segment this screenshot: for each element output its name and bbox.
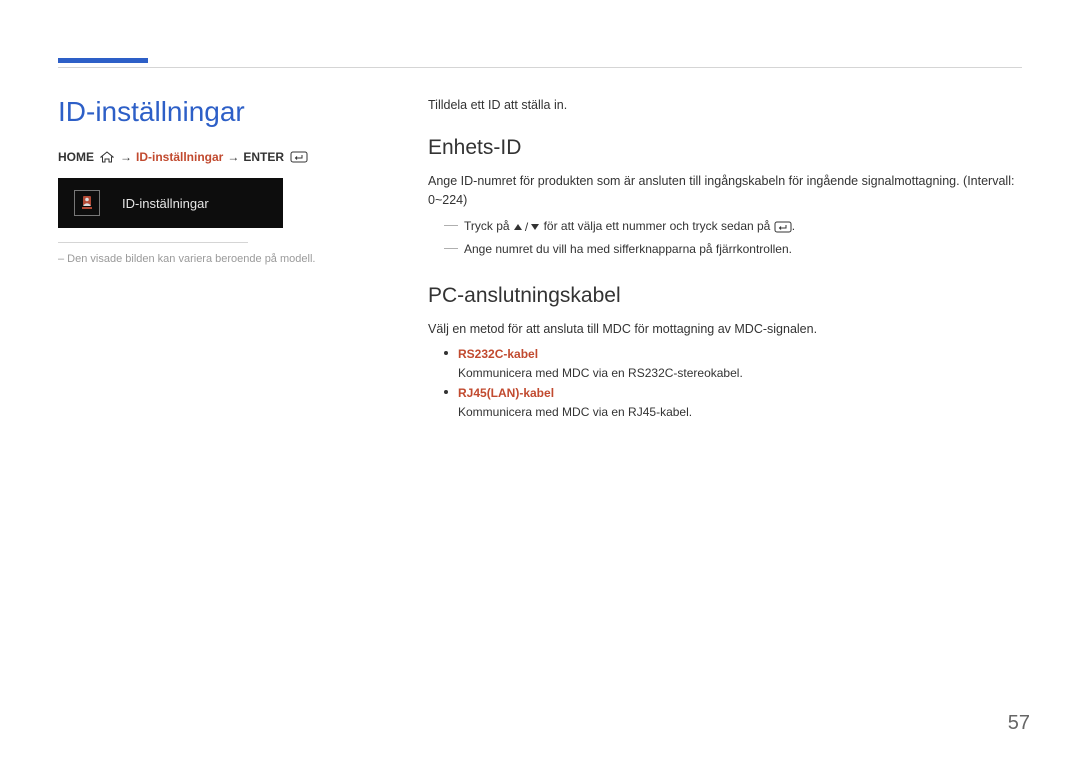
up-down-icons: / (513, 218, 540, 236)
note-text: Ange numret du vill ha med sifferknappar… (464, 240, 792, 258)
note-fragment: Tryck på (464, 219, 513, 233)
bullet-content: RS232C-kabel Kommunicera med MDC via en … (458, 345, 743, 382)
bullet-desc: Kommunicera med MDC via en RS232C-stereo… (458, 364, 743, 383)
left-column: ID-inställningar HOME → ID-inställningar… (58, 96, 368, 423)
top-divider (58, 67, 1022, 68)
body-text: Ange ID-numret för produkten som är ansl… (428, 172, 1022, 211)
note-item: ― Ange numret du vill ha med sifferknapp… (444, 240, 1022, 258)
home-icon (100, 151, 114, 163)
note-item: ― Tryck på / för att välja ett nummer oc… (444, 217, 1022, 236)
note-fragment: för att välja ett nummer och tryck sedan… (540, 219, 773, 233)
caption-divider (58, 242, 248, 243)
section-heading-pc-cable: PC-anslutningskabel (428, 284, 1022, 308)
bullet-item: RJ45(LAN)-kabel Kommunicera med MDC via … (444, 384, 1022, 421)
bullet-title: RS232C-kabel (458, 345, 743, 364)
bullet-icon (444, 351, 448, 355)
enter-icon (774, 221, 792, 233)
intro-text: Tilldela ett ID att ställa in. (428, 98, 1022, 112)
breadcrumb: HOME → ID-inställningar → ENTER (58, 150, 368, 164)
breadcrumb-home: HOME (58, 150, 94, 164)
page-title: ID-inställningar (58, 96, 368, 128)
note-fragment: . (792, 219, 795, 233)
osd-label: ID-inställningar (122, 196, 209, 211)
two-column-layout: ID-inställningar HOME → ID-inställningar… (58, 96, 1022, 423)
breadcrumb-current: ID-inställningar (136, 150, 223, 164)
page-number: 57 (1008, 712, 1030, 735)
slash: / (525, 218, 528, 236)
id-settings-icon (74, 190, 100, 216)
bullet-desc: Kommunicera med MDC via en RJ45-kabel. (458, 403, 692, 422)
bullet-icon (444, 390, 448, 394)
breadcrumb-enter: ENTER (243, 150, 284, 164)
document-page: ID-inställningar HOME → ID-inställningar… (0, 0, 1080, 423)
enter-icon (290, 151, 308, 163)
section-heading-enhets-id: Enhets-ID (428, 136, 1022, 160)
note-text: Tryck på / för att välja ett nummer och … (464, 217, 795, 236)
arrow-icon: → (120, 150, 132, 164)
image-caption: – Den visade bilden kan variera beroende… (58, 253, 368, 265)
bullet-content: RJ45(LAN)-kabel Kommunicera med MDC via … (458, 384, 692, 421)
arrow-icon: → (227, 150, 239, 164)
accent-bar (58, 58, 148, 63)
bullet-item: RS232C-kabel Kommunicera med MDC via en … (444, 345, 1022, 382)
body-text: Välj en metod för att ansluta till MDC f… (428, 320, 1022, 339)
dash-icon: ― (444, 240, 458, 254)
osd-preview-box: ID-inställningar (58, 178, 283, 228)
bullet-title: RJ45(LAN)-kabel (458, 384, 692, 403)
dash-icon: ― (444, 217, 458, 231)
right-column: Tilldela ett ID att ställa in. Enhets-ID… (428, 96, 1022, 423)
